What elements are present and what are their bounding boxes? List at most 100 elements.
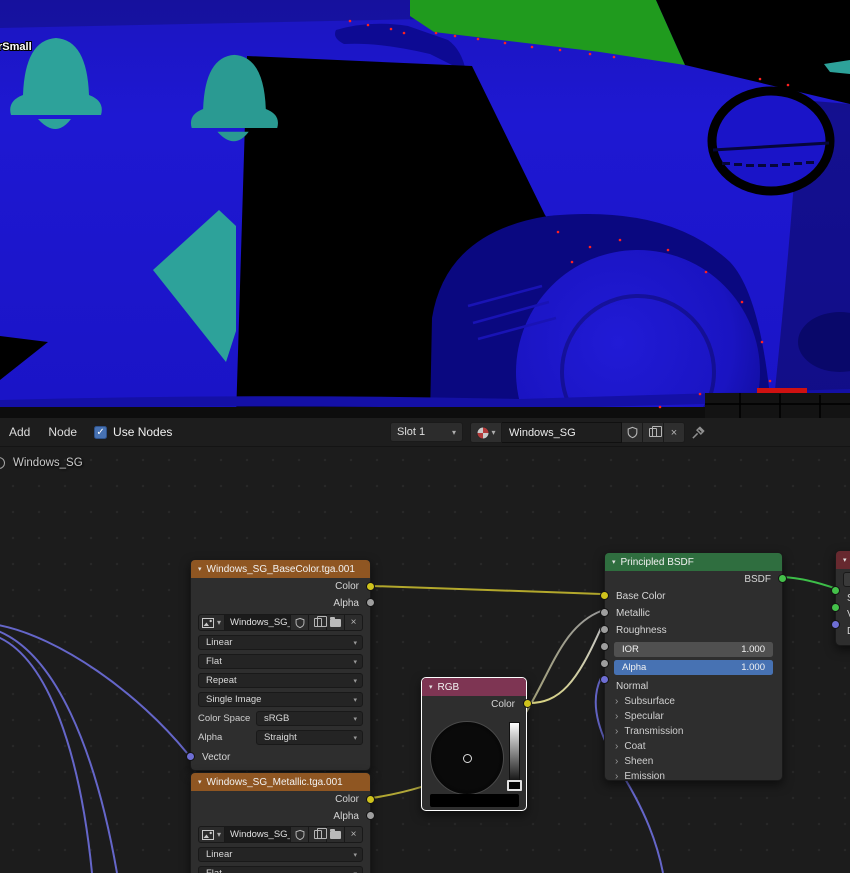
menu-node[interactable]: Node [39, 418, 86, 446]
link-surface [782, 576, 838, 590]
node-header[interactable]: ▾ Principled BSDF [605, 553, 782, 571]
image-name: Windows_SG_Ba... [230, 617, 290, 628]
color-swatch[interactable] [430, 794, 519, 807]
color-wheel[interactable] [430, 721, 504, 795]
chevron-down-icon: ▾ [451, 427, 456, 437]
socket-color-output[interactable] [523, 699, 532, 708]
node-header[interactable]: ▾ Material Output [836, 551, 850, 569]
pin-icon[interactable] [691, 425, 706, 440]
section-sheen[interactable]: › Sheen [605, 754, 782, 769]
image-name-field[interactable]: Windows_SG_Ba... [225, 614, 291, 631]
image-unlink-button[interactable]: × [345, 826, 363, 843]
use-nodes-checkbox[interactable]: ✓ [94, 425, 108, 439]
material-browse-button[interactable]: ▾ [470, 422, 502, 443]
node-header[interactable]: ▾ Windows_SG_Metallic.tga.001 [191, 773, 370, 791]
expander-icon: › [615, 711, 619, 722]
porthole [707, 86, 835, 196]
node-rgb[interactable]: ▾ RGB Color [421, 677, 532, 811]
projection-select[interactable]: Flat ▾ [198, 654, 363, 669]
target-select[interactable]: All [843, 572, 850, 587]
fake-user-button[interactable] [622, 422, 643, 443]
new-material-button[interactable] [643, 422, 664, 443]
alpha-slider[interactable]: Alpha 1.000 [614, 660, 773, 675]
socket-displacement-input[interactable] [831, 620, 840, 629]
close-icon: × [670, 426, 678, 439]
output-color-label: Color [335, 581, 359, 592]
socket-roughness-input[interactable] [600, 624, 609, 634]
chevron-down-icon: ▾ [491, 428, 496, 437]
socket-surface-input[interactable] [831, 586, 840, 595]
menu-add[interactable]: Add [0, 418, 39, 446]
node-title: Windows_SG_BaseColor.tga.001 [206, 563, 355, 575]
socket-alpha-output[interactable] [366, 811, 375, 820]
image-open-button[interactable] [327, 826, 345, 843]
node-title: Windows_SG_Metallic.tga.001 [206, 776, 343, 788]
node-title: Principled BSDF [620, 556, 694, 568]
expander-icon: › [615, 771, 619, 782]
material-name-field[interactable]: Windows_SG [502, 422, 622, 443]
breadcrumb: Windows_SG [0, 457, 83, 469]
image-fake-user-button[interactable] [291, 614, 309, 631]
3d-viewport[interactable]: ​ rSmall [0, 0, 850, 418]
color-space-select[interactable]: sRGB ▾ [256, 711, 363, 726]
image-browse-button[interactable]: ▾ [198, 826, 225, 843]
chevron-down-icon: ▾ [843, 557, 847, 564]
slot-value: Slot 1 [397, 426, 426, 438]
node-metallic-texture[interactable]: ▾ Windows_SG_Metallic.tga.001 Color Alph… [190, 772, 375, 873]
image-name: Windows_SG_M... [230, 829, 291, 840]
socket-volume-input[interactable] [831, 603, 840, 612]
image-copy-button[interactable] [309, 826, 327, 843]
section-specular[interactable]: › Specular [605, 709, 782, 724]
checkmark-icon: ✓ [96, 426, 105, 438]
chevron-down-icon: ▾ [216, 830, 221, 839]
viewport-render: ​ rSmall [0, 0, 850, 418]
image-unlink-button[interactable]: × [345, 614, 363, 631]
duplicate-icon [313, 616, 327, 627]
ior-slider[interactable]: IOR 1.000 [614, 642, 773, 657]
interpolation-value: Linear [206, 637, 233, 648]
node-canvas[interactable]: Windows_SG ▾ Windows_SG_BaseColor.tga.00… [0, 447, 850, 873]
socket-metallic-input[interactable] [600, 607, 609, 617]
alpha-mode-select[interactable]: Straight ▾ [256, 730, 363, 745]
node-header[interactable]: ▾ Windows_SG_BaseColor.tga.001 [191, 560, 370, 578]
projection-select[interactable]: Flat ▾ [198, 866, 363, 873]
image-open-button[interactable] [327, 614, 345, 631]
node-header[interactable]: ▾ RGB [422, 678, 526, 696]
node-material-output[interactable]: ▾ Material Output All Surface Volume Dis… [831, 550, 850, 646]
image-name-field[interactable]: Windows_SG_M... [225, 826, 291, 843]
unlink-material-button[interactable]: × [664, 422, 685, 443]
section-emission[interactable]: › Emission [605, 769, 782, 784]
image-browse-button[interactable]: ▾ [198, 614, 225, 631]
socket-normal-input[interactable] [600, 674, 609, 684]
socket-base-color-input[interactable] [600, 590, 609, 600]
socket-color-output[interactable] [366, 795, 375, 804]
color-wheel-cursor[interactable] [462, 753, 472, 763]
node-principled-bsdf[interactable]: ▾ Principled BSDF BSDF Base Color Metall… [600, 552, 787, 784]
chevron-down-icon: ▾ [353, 870, 357, 873]
node-basecolor-texture[interactable]: ▾ Windows_SG_BaseColor.tga.001 Color Alp… [186, 559, 375, 771]
chevron-down-icon: ▾ [353, 851, 357, 859]
alpha-mode-label: Alpha [198, 732, 223, 743]
extension-select[interactable]: Repeat ▾ [198, 673, 363, 688]
section-transmission[interactable]: › Transmission [605, 724, 782, 739]
socket-bsdf-output[interactable] [778, 574, 787, 583]
socket-vector-input[interactable] [186, 752, 195, 761]
image-copy-button[interactable] [309, 614, 327, 631]
socket-alpha-output[interactable] [366, 598, 375, 607]
image-fake-user-button[interactable] [291, 826, 309, 843]
value-slider-handle[interactable] [507, 780, 522, 791]
socket-ior-input[interactable] [600, 641, 609, 651]
image-icon [201, 829, 214, 840]
section-subsurface[interactable]: › Subsurface [605, 694, 782, 709]
section-coat[interactable]: › Coat [605, 739, 782, 754]
shield-icon [295, 617, 304, 628]
interpolation-select[interactable]: Linear ▾ [198, 847, 363, 862]
projection-value: Flat [206, 656, 222, 667]
slot-select[interactable]: Slot 1 ▾ [390, 422, 463, 442]
menu-node-label: Node [48, 425, 78, 439]
socket-alpha-input[interactable] [600, 658, 609, 668]
value-slider[interactable] [509, 722, 520, 787]
interpolation-select[interactable]: Linear ▾ [198, 635, 363, 650]
socket-color-output[interactable] [366, 582, 375, 591]
source-select[interactable]: Single Image ▾ [198, 692, 363, 707]
